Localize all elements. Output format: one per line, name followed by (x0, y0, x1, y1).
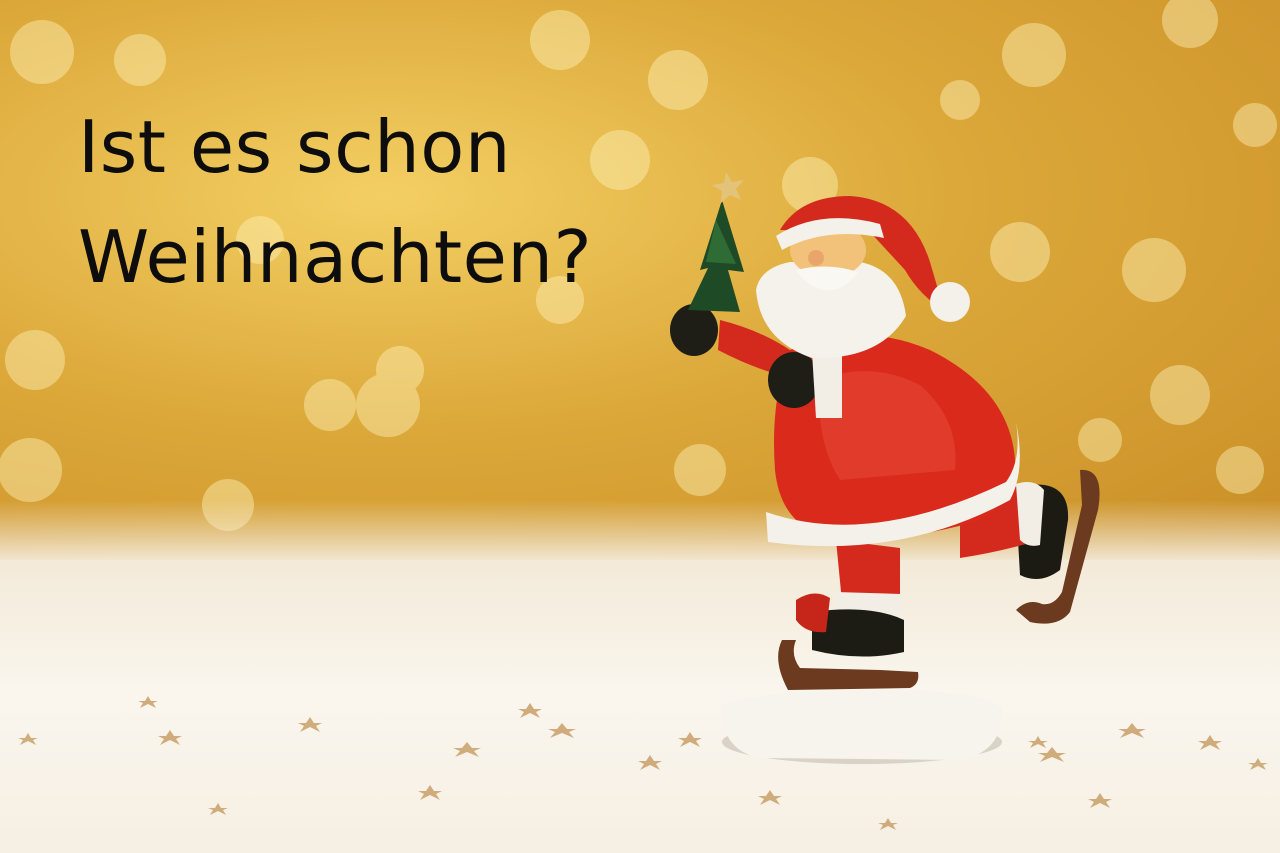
christmas-tree (688, 172, 744, 312)
photo-scene: Ist es schon Weihnachten? (0, 0, 1280, 853)
snow-base (721, 690, 1003, 764)
santa-figurine (670, 172, 1100, 764)
